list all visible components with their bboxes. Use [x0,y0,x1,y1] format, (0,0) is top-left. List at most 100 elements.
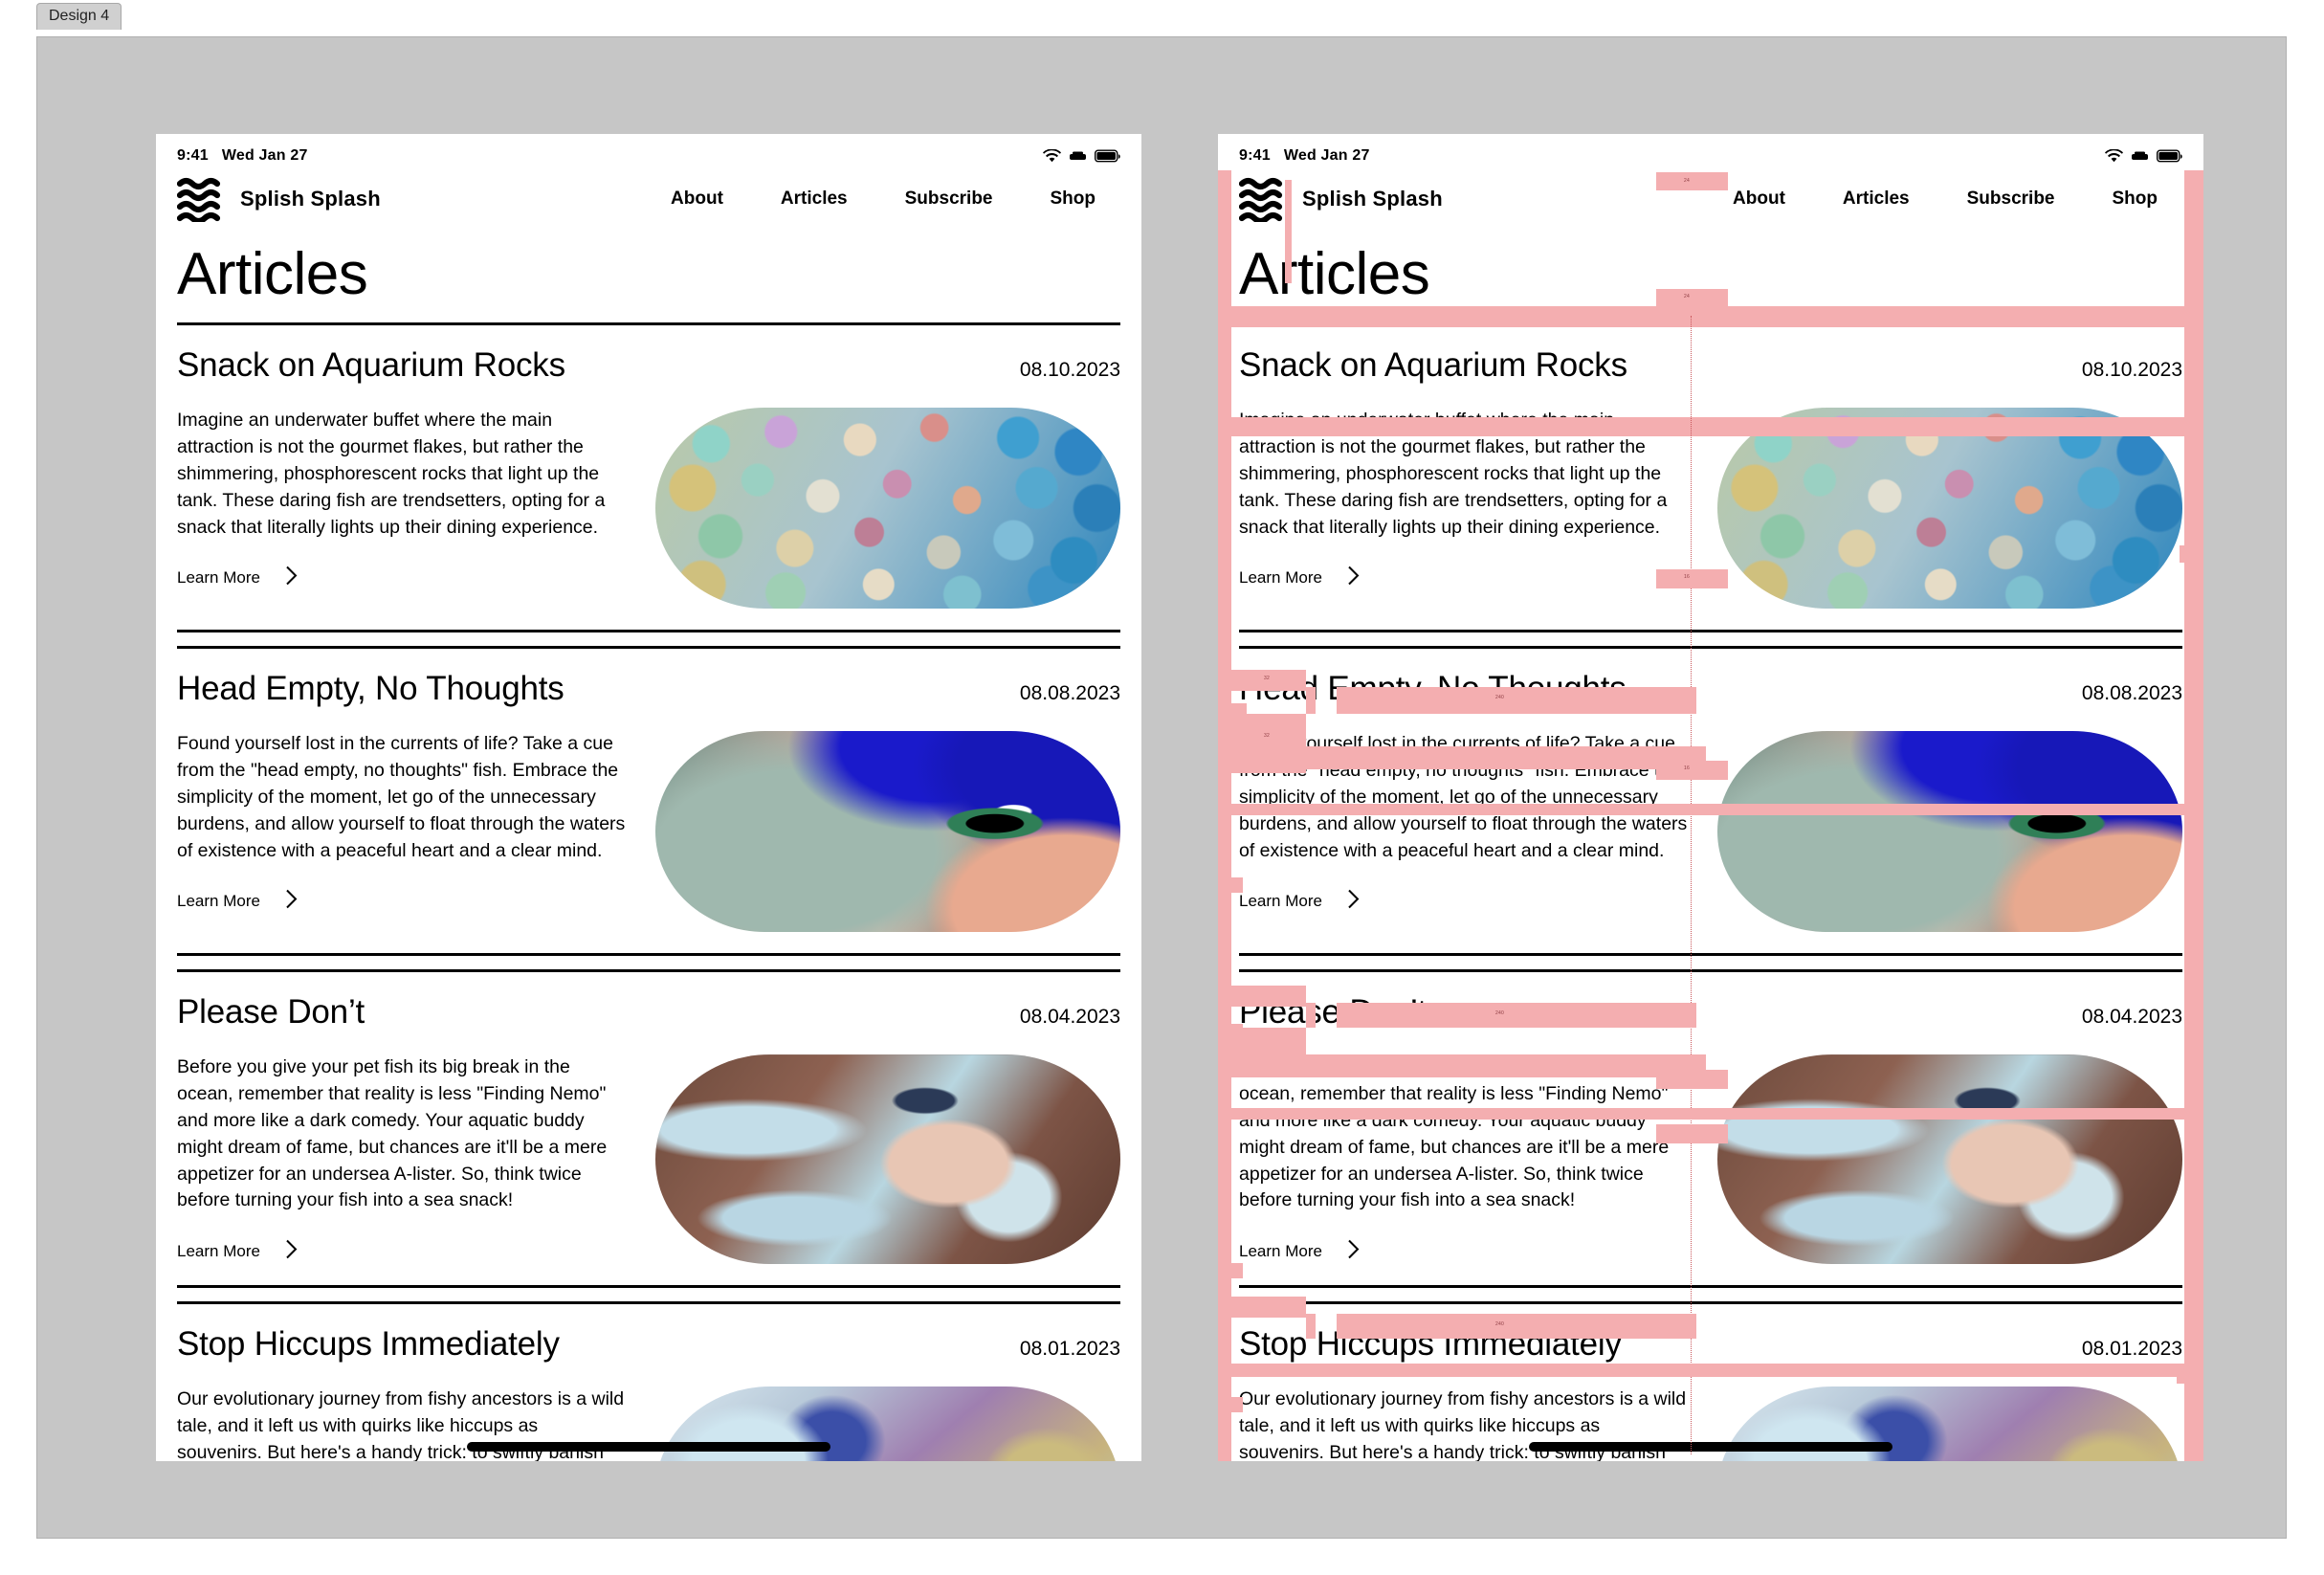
design-tab[interactable]: Design 4 [36,3,122,30]
nav-link-subscribe[interactable]: Subscribe [905,189,993,210]
site-navbar: Splish Splash About Articles Subscribe S… [1218,170,2203,241]
chevron-right-icon [285,889,298,914]
nav-link-about[interactable]: About [1733,189,1785,210]
article-date: 08.10.2023 [1019,359,1120,382]
cellular-icon [2131,149,2149,163]
design-frame-inspected: 9:41 Wed Jan 27 Splish Splash About Arti… [1218,134,2203,1461]
article-date: 08.04.2023 [2081,1006,2182,1029]
brand-name: Splish Splash [240,187,381,211]
nav-links: About Articles Subscribe Shop [1733,189,2182,210]
battery-icon [1095,149,1120,163]
article-divider [156,609,1141,650]
article-date: 08.01.2023 [1019,1338,1120,1361]
status-bar: 9:41 Wed Jan 27 [156,134,1141,170]
learn-more-label: Learn More [1239,568,1322,588]
learn-more-link[interactable]: Learn More [1239,1239,1360,1264]
article-card[interactable]: Head Empty, No Thoughts 08.08.2023 Found… [156,649,1141,933]
article-card[interactable]: Stop Hiccups Immediately 08.01.2023 Our … [1218,1304,2203,1461]
brand-name: Splish Splash [1302,187,1443,211]
article-card[interactable]: Stop Hiccups Immediately 08.01.2023 Our … [156,1304,1141,1461]
brand[interactable]: Splish Splash [1239,176,1443,222]
article-card[interactable]: Please Don’t 08.04.2023 Before you give … [1218,972,2203,1265]
battery-icon [2157,149,2182,163]
article-title: Head Empty, No Thoughts [177,670,564,708]
article-image [1717,408,2182,610]
learn-more-link[interactable]: Learn More [177,1239,298,1264]
page-title: Articles [177,241,368,307]
article-divider [156,1264,1141,1305]
nav-links: About Articles Subscribe Shop [671,189,1120,210]
article-image [1717,1054,2182,1265]
chevron-right-icon [1347,889,1360,914]
wifi-icon [2105,149,2123,163]
article-title: Please Don’t [1239,993,1428,1032]
article-divider [156,932,1141,973]
status-time: 9:41 [1239,147,1271,164]
article-card[interactable]: Head Empty, No Thoughts 08.08.2023 Found… [1218,649,2203,933]
waves-logo-icon [177,176,227,222]
article-title: Snack on Aquarium Rocks [1239,346,1627,385]
tab-strip: Design 4 [0,0,2324,36]
cellular-icon [1069,149,1087,163]
article-date: 08.04.2023 [1019,1006,1120,1029]
status-date: Wed Jan 27 [1283,147,1370,164]
article-body: Found yourself lost in the currents of l… [177,733,626,861]
nav-link-subscribe[interactable]: Subscribe [1967,189,2055,210]
article-image [655,731,1120,933]
article-card[interactable]: Snack on Aquarium Rocks 08.10.2023 Imagi… [156,325,1141,610]
article-body: Imagine an underwater buffet where the m… [177,410,606,538]
article-divider [1218,1264,2203,1305]
article-date: 08.08.2023 [2081,682,2182,705]
article-image [655,1054,1120,1265]
article-body: Found yourself lost in the currents of l… [1239,733,1688,861]
nav-link-articles[interactable]: Articles [781,189,848,210]
chevron-right-icon [285,1239,298,1264]
article-image [1717,731,2182,933]
chevron-right-icon [1347,1239,1360,1264]
chevron-right-icon [1347,566,1360,590]
learn-more-label: Learn More [1239,1242,1322,1261]
article-title: Stop Hiccups Immediately [1239,1325,1622,1364]
learn-more-label: Learn More [1239,892,1322,911]
brand[interactable]: Splish Splash [177,176,381,222]
article-divider [1218,932,2203,973]
status-time: 9:41 [177,147,209,164]
article-divider [1218,609,2203,650]
article-title: Stop Hiccups Immediately [177,1325,560,1364]
design-frame-clean: 9:41 Wed Jan 27 Splish Splash About Arti… [156,134,1141,1461]
article-card[interactable]: Snack on Aquarium Rocks 08.10.2023 Imagi… [1218,325,2203,610]
nav-link-shop[interactable]: Shop [2113,189,2158,210]
article-title: Please Don’t [177,993,365,1032]
site-navbar: Splish Splash About Articles Subscribe S… [156,170,1141,241]
article-title: Snack on Aquarium Rocks [177,346,565,385]
status-bar: 9:41 Wed Jan 27 [1218,134,2203,170]
article-date: 08.01.2023 [2081,1338,2182,1361]
article-title: Head Empty, No Thoughts [1239,670,1627,708]
article-image [655,408,1120,610]
nav-link-shop[interactable]: Shop [1051,189,1096,210]
article-card[interactable]: Please Don’t 08.04.2023 Before you give … [156,972,1141,1265]
article-body: Imagine an underwater buffet where the m… [1239,410,1668,538]
nav-link-articles[interactable]: Articles [1843,189,1910,210]
article-date: 08.08.2023 [1019,682,1120,705]
learn-more-label: Learn More [177,568,260,588]
learn-more-label: Learn More [177,1242,260,1261]
page-title: Articles [1239,241,1430,307]
article-body: Before you give your pet fish its big br… [1239,1056,1670,1211]
status-date: Wed Jan 27 [221,147,308,164]
nav-link-about[interactable]: About [671,189,723,210]
learn-more-link[interactable]: Learn More [177,889,298,914]
wifi-icon [1043,149,1061,163]
page-title-block: Articles [156,241,1141,326]
learn-more-link[interactable]: Learn More [1239,889,1360,914]
home-indicator [467,1442,830,1452]
learn-more-label: Learn More [177,892,260,911]
page-title-block: Articles [1218,241,2203,326]
article-date: 08.10.2023 [2081,359,2182,382]
article-body: Before you give your pet fish its big br… [177,1056,608,1211]
chevron-right-icon [285,566,298,590]
home-indicator [1529,1442,1892,1452]
waves-logo-icon [1239,176,1289,222]
learn-more-link[interactable]: Learn More [1239,566,1360,590]
learn-more-link[interactable]: Learn More [177,566,298,590]
